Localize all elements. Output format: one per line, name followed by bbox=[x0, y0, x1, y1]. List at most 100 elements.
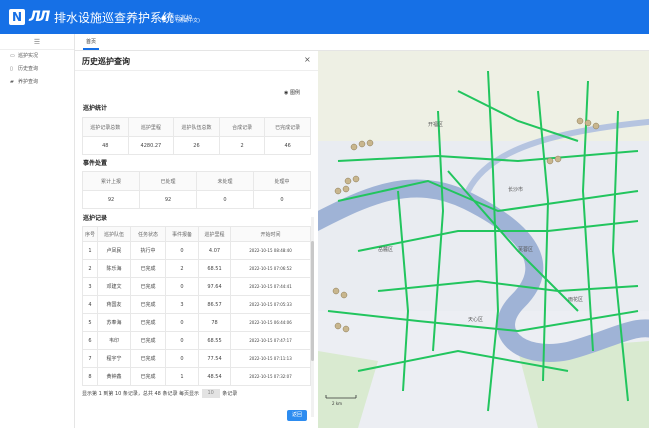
table-cell: 68.55 bbox=[198, 331, 231, 350]
table-cell: 2022-10-15 07:11:13 bbox=[230, 349, 311, 368]
event-icon: ▯ bbox=[10, 66, 13, 72]
stats-header: 巡护里程 bbox=[127, 117, 175, 137]
legend-label: 图例 bbox=[289, 90, 300, 96]
sidebar-item-monitor[interactable]: ▭ 巡护实况 bbox=[0, 50, 74, 63]
close-icon[interactable]: × bbox=[304, 55, 311, 64]
table-cell: 已完成 bbox=[130, 259, 166, 278]
map-label: 岳麓区 bbox=[378, 246, 393, 253]
table-cell: 2022-10-15 07:05:33 bbox=[230, 295, 311, 314]
table-cell: 48.54 bbox=[198, 367, 231, 386]
route-icon: ▰ bbox=[10, 79, 14, 85]
page-size-select[interactable]: 10 bbox=[201, 389, 220, 398]
stats-header: 巡护记录总数 bbox=[82, 117, 129, 137]
table-cell: 2022-10-15 08:48:40 bbox=[230, 241, 311, 260]
records-header: 开始时间 bbox=[230, 226, 311, 242]
sidebar-item-maintenance[interactable]: ▰ 养护查询 bbox=[0, 76, 74, 89]
map-view[interactable]: 开福区 岳麓区 芙蓉区 天心区 雨花区 长沙市 2 km bbox=[303, 51, 649, 428]
sidebar: ☰ ▭ 巡护实况 ▯ 历史查询 ▰ 养护查询 bbox=[0, 34, 75, 428]
table-cell: 0 bbox=[165, 331, 199, 350]
table-row[interactable]: 6 韦印 已完成 0 68.55 2022-10-15 07:47:17 bbox=[82, 331, 311, 350]
records-header: 巡护队伍 bbox=[97, 226, 131, 242]
stats-header: 已完成记录 bbox=[264, 117, 311, 137]
brand-mark-icon: ЛЛ bbox=[29, 9, 50, 25]
legend-button[interactable]: ◉ 图例 bbox=[284, 89, 300, 96]
monitor-icon: ▭ bbox=[10, 53, 15, 59]
table-cell: 0 bbox=[165, 313, 199, 332]
table-cell: 2022-10-15 07:32:07 bbox=[230, 367, 311, 386]
stats-value: 2 bbox=[218, 136, 266, 155]
app-title-text: 排水设施巡查养护系统 bbox=[54, 11, 175, 25]
map-label: 开福区 bbox=[428, 121, 443, 128]
stats-value: 26 bbox=[173, 136, 220, 155]
table-row[interactable]: 7 程宇宁 已完成 0 77.54 2022-10-15 07:11:13 bbox=[82, 349, 311, 368]
table-cell: 68.51 bbox=[198, 259, 231, 278]
table-cell: 3 bbox=[165, 295, 199, 314]
records-header: 任务状态 bbox=[130, 226, 166, 242]
table-cell: 4.07 bbox=[198, 241, 231, 260]
table-cell: 2 bbox=[82, 259, 98, 278]
records-header: 巡护里程 bbox=[198, 226, 231, 242]
back-button[interactable]: 返回 bbox=[287, 410, 307, 421]
records-title: 巡护记录 bbox=[83, 215, 108, 222]
events-value: 0 bbox=[253, 190, 311, 209]
top-menu-label: 历史巡护 bbox=[168, 15, 193, 22]
table-cell: 7 bbox=[82, 349, 98, 368]
sidebar-item-history[interactable]: ▯ 历史查询 bbox=[0, 63, 74, 76]
table-cell: 卢凤民 bbox=[97, 241, 131, 260]
panel-title: 历史巡护查询 bbox=[82, 57, 130, 66]
table-cell: 1 bbox=[82, 241, 98, 260]
table-cell: 已完成 bbox=[130, 295, 166, 314]
stats-table: 巡护记录总数 巡护里程 巡护队伍总数 合成记录 已完成记录 48 4280.27… bbox=[82, 117, 311, 155]
events-header: 已处理 bbox=[139, 171, 197, 191]
table-cell: 已完成 bbox=[130, 367, 166, 386]
table-row[interactable]: 4 蒋国友 已完成 3 86.57 2022-10-15 07:05:33 bbox=[82, 295, 311, 314]
map-label: 长沙市 bbox=[508, 186, 523, 193]
table-cell: 77.54 bbox=[198, 349, 231, 368]
table-cell: 0 bbox=[165, 277, 199, 296]
events-header: 未处理 bbox=[196, 171, 254, 191]
map-canvas[interactable]: 开福区 岳麓区 芙蓉区 天心区 雨花区 长沙市 2 km bbox=[303, 51, 649, 428]
table-cell: 程宇宁 bbox=[97, 349, 131, 368]
table-cell: 2 bbox=[165, 259, 199, 278]
table-cell: 已完成 bbox=[130, 277, 166, 296]
table-row[interactable]: 1 卢凤民 执行中 0 4.07 2022-10-15 08:48:40 bbox=[82, 241, 311, 260]
records-scrollbar-thumb[interactable] bbox=[311, 241, 314, 361]
records-table: 序号 巡护队伍 任务状态 事件报备 巡护里程 开始时间 1 卢凤民 执行中 0 4.07… bbox=[82, 226, 311, 386]
table-cell: 4 bbox=[82, 295, 98, 314]
menu-icon[interactable]: ☰ bbox=[0, 34, 74, 50]
tab-home[interactable]: 首页 bbox=[83, 34, 100, 50]
table-cell: 0 bbox=[165, 349, 199, 368]
history-panel: 历史巡护查询 × ◉ 图例 巡护统计 巡护记录总数 巡护里程 巡护队伍总数 合成… bbox=[75, 51, 318, 428]
table-cell: 78 bbox=[198, 313, 231, 332]
sidebar-item-label: 养护查询 bbox=[18, 79, 39, 85]
stats-value: 48 bbox=[82, 136, 129, 155]
stats-header: 合成记录 bbox=[218, 117, 266, 137]
logo-icon: N bbox=[9, 9, 25, 25]
table-row[interactable]: 8 黄钟鑫 已完成 1 48.54 2022-10-15 07:32:07 bbox=[82, 367, 311, 386]
events-value: 92 bbox=[82, 190, 140, 209]
tab-bar: 首页 bbox=[75, 34, 649, 51]
map-label: 雨花区 bbox=[568, 296, 583, 303]
table-cell: 8 bbox=[82, 367, 98, 386]
map-scale-label: 2 km bbox=[332, 401, 342, 406]
top-bar: N ЛЛ 排水设施巡查养护系统 (测试中文) ● 历史巡护 bbox=[0, 0, 649, 34]
top-menu-history[interactable]: ● 历史巡护 bbox=[161, 13, 192, 22]
table-cell: 6 bbox=[82, 331, 98, 350]
table-row[interactable]: 5 苏奉海 已完成 0 78 2022-10-15 06:44:06 bbox=[82, 313, 311, 332]
stats-title: 巡护统计 bbox=[83, 105, 108, 112]
map-label: 芙蓉区 bbox=[518, 246, 533, 253]
table-cell: 已完成 bbox=[130, 313, 166, 332]
legend-icon: ◉ bbox=[284, 90, 289, 96]
stats-value: 46 bbox=[264, 136, 311, 155]
table-cell: 2022-10-15 06:44:06 bbox=[230, 313, 311, 332]
table-cell: 蒋国友 bbox=[97, 295, 131, 314]
pager-text-after: 条记录 bbox=[222, 391, 238, 397]
location-pin-icon: ● bbox=[161, 15, 167, 22]
table-row[interactable]: 2 陈乐海 已完成 2 68.51 2022-10-15 07:06:52 bbox=[82, 259, 311, 278]
table-row[interactable]: 3 邓建文 已完成 0 97.64 2022-10-15 07:44:41 bbox=[82, 277, 311, 296]
records-header: 事件报备 bbox=[165, 226, 199, 242]
sidebar-item-label: 巡护实况 bbox=[18, 53, 39, 59]
events-value: 92 bbox=[139, 190, 197, 209]
table-cell: 韦印 bbox=[97, 331, 131, 350]
events-table: 累计上报 已处理 未处理 处理中 92 92 0 0 bbox=[82, 171, 311, 209]
